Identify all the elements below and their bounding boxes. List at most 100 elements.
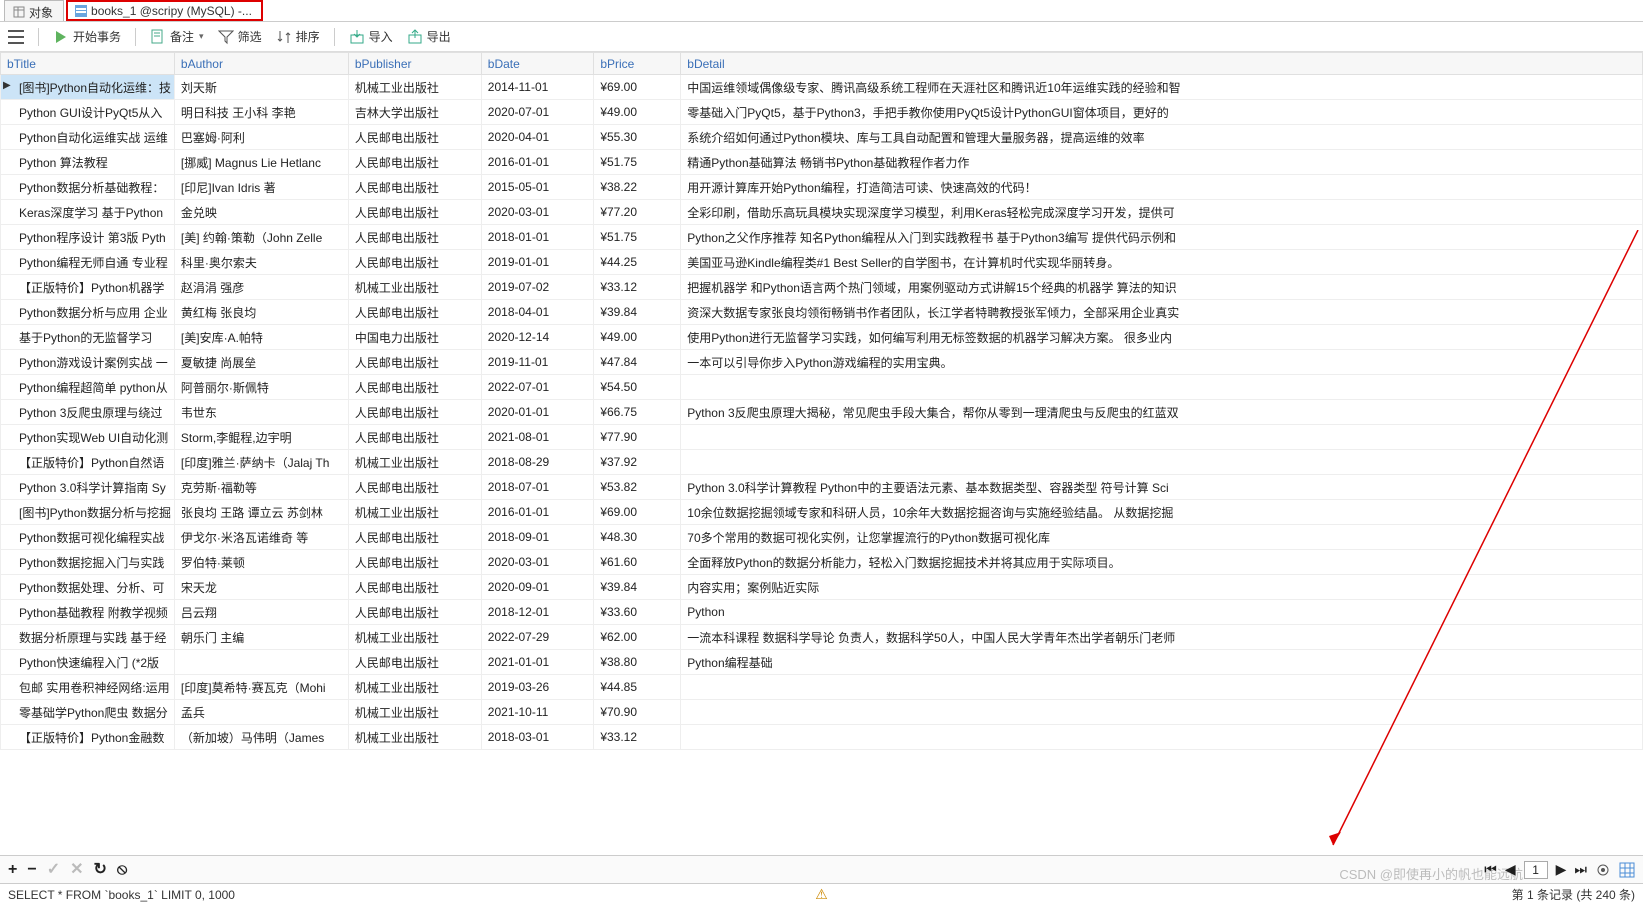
hamburger-menu[interactable] (8, 30, 24, 44)
cell-bdate[interactable]: 2021-01-01 (481, 650, 594, 675)
cell-btitle[interactable]: Keras深度学习 基于Python (1, 200, 175, 225)
cell-bauthor[interactable]: （新加坡）马伟明（James (174, 725, 348, 750)
col-bpublisher[interactable]: bPublisher (348, 53, 481, 75)
table-row[interactable]: Python自动化运维实战 运维巴塞姆·阿利人民邮电出版社2020-04-01¥… (1, 125, 1643, 150)
cell-bdetail[interactable]: 一流本科课程 数据科学导论 负责人，数据科学50人，中国人民大学青年杰出学者朝乐… (681, 625, 1643, 650)
table-row[interactable]: 【正版特价】Python自然语[印度]雅兰·萨纳卡（Jalaj Th机械工业出版… (1, 450, 1643, 475)
cell-bpublisher[interactable]: 人民邮电出版社 (348, 475, 481, 500)
cell-btitle[interactable]: Python 3反爬虫原理与绕过 (1, 400, 175, 425)
cell-bpublisher[interactable]: 人民邮电出版社 (348, 250, 481, 275)
cell-btitle[interactable]: 数据分析原理与实践 基于经 (1, 625, 175, 650)
cell-bdate[interactable]: 2020-01-01 (481, 400, 594, 425)
cell-btitle[interactable]: 包邮 实用卷积神经网络:运用 (1, 675, 175, 700)
table-row[interactable]: Python快速编程入门 (*2版人民邮电出版社2021-01-01¥38.80… (1, 650, 1643, 675)
table-row[interactable]: Python实现Web UI自动化测Storm,李鲲程,边宇明人民邮电出版社20… (1, 425, 1643, 450)
next-page-button[interactable]: ▶ (1556, 861, 1567, 878)
cell-bauthor[interactable]: 韦世东 (174, 400, 348, 425)
table-row[interactable]: Python数据分析与应用 企业黄红梅 张良均人民邮电出版社2018-04-01… (1, 300, 1643, 325)
export-button[interactable]: 导出 (407, 28, 451, 45)
cell-bprice[interactable]: ¥49.00 (594, 325, 681, 350)
cell-bpublisher[interactable]: 人民邮电出版社 (348, 125, 481, 150)
cell-bdate[interactable]: 2020-09-01 (481, 575, 594, 600)
last-page-button[interactable]: ⏭ (1574, 861, 1587, 878)
cell-bdetail[interactable]: 70多个常用的数据可视化实例，让您掌握流行的Python数据可视化库 (681, 525, 1643, 550)
cell-bdate[interactable]: 2018-01-01 (481, 225, 594, 250)
cell-bdate[interactable]: 2019-03-26 (481, 675, 594, 700)
cell-bprice[interactable]: ¥55.30 (594, 125, 681, 150)
cell-btitle[interactable]: Python数据处理、分析、可 (1, 575, 175, 600)
cell-bdate[interactable]: 2019-07-02 (481, 275, 594, 300)
cell-bdate[interactable]: 2018-12-01 (481, 600, 594, 625)
cell-bpublisher[interactable]: 人民邮电出版社 (348, 550, 481, 575)
table-row[interactable]: 包邮 实用卷积神经网络:运用[印度]莫希特·赛瓦克（Mohi机械工业出版社201… (1, 675, 1643, 700)
cell-bdetail[interactable]: 内容实用；案例贴近实际 (681, 575, 1643, 600)
cell-bauthor[interactable]: 赵涓涓 强彦 (174, 275, 348, 300)
cell-bpublisher[interactable]: 机械工业出版社 (348, 725, 481, 750)
cell-bdetail[interactable]: 资深大数据专家张良均领衔畅销书作者团队，长江学者特聘教授张军倾力，全部采用企业真… (681, 300, 1643, 325)
col-bdate[interactable]: bDate (481, 53, 594, 75)
cell-bpublisher[interactable]: 人民邮电出版社 (348, 600, 481, 625)
cell-bpublisher[interactable]: 人民邮电出版社 (348, 425, 481, 450)
cell-bpublisher[interactable]: 人民邮电出版社 (348, 400, 481, 425)
cell-btitle[interactable]: Python编程超简单 python从 (1, 375, 175, 400)
cell-bdetail[interactable]: 10余位数据挖掘领域专家和科研人员，10余年大数据挖掘咨询与实施经验结晶。 从数… (681, 500, 1643, 525)
cell-bdetail[interactable]: 美国亚马逊Kindle编程类#1 Best Seller的自学图书，在计算机时代… (681, 250, 1643, 275)
table-row[interactable]: 【正版特价】Python金融数（新加坡）马伟明（James机械工业出版社2018… (1, 725, 1643, 750)
tab-table-books[interactable]: books_1 @scripy (MySQL) -... (66, 0, 263, 21)
cell-bprice[interactable]: ¥49.00 (594, 100, 681, 125)
table-row[interactable]: Python数据挖掘入门与实践罗伯特·莱顿人民邮电出版社2020-03-01¥6… (1, 550, 1643, 575)
cell-bdate[interactable]: 2020-12-14 (481, 325, 594, 350)
cell-bpublisher[interactable]: 机械工业出版社 (348, 675, 481, 700)
table-row[interactable]: Python程序设计 第3版 Pyth[美] 约翰·策勒（John Zelle人… (1, 225, 1643, 250)
cell-bdate[interactable]: 2018-03-01 (481, 725, 594, 750)
table-row[interactable]: Python GUI设计PyQt5从入明日科技 王小科 李艳吉林大学出版社202… (1, 100, 1643, 125)
table-row[interactable]: [图书]Python数据分析与挖掘张良均 王路 谭立云 苏剑林机械工业出版社20… (1, 500, 1643, 525)
table-row[interactable]: Python数据分析基础教程：[印尼]Ivan Idris 著人民邮电出版社20… (1, 175, 1643, 200)
cell-bauthor[interactable]: 伊戈尔·米洛瓦诺维奇 等 (174, 525, 348, 550)
cell-btitle[interactable]: Python 3.0科学计算指南 Sy (1, 475, 175, 500)
cell-bprice[interactable]: ¥69.00 (594, 75, 681, 100)
cell-btitle[interactable]: 【正版特价】Python金融数 (1, 725, 175, 750)
table-row[interactable]: Python游戏设计案例实战 一夏敏捷 尚展垒人民邮电出版社2019-11-01… (1, 350, 1643, 375)
cell-bdate[interactable]: 2021-08-01 (481, 425, 594, 450)
cell-bprice[interactable]: ¥39.84 (594, 575, 681, 600)
cell-bprice[interactable]: ¥44.25 (594, 250, 681, 275)
cell-bauthor[interactable]: 明日科技 王小科 李艳 (174, 100, 348, 125)
cell-bprice[interactable]: ¥70.90 (594, 700, 681, 725)
cell-btitle[interactable]: Python自动化运维实战 运维 (1, 125, 175, 150)
cell-btitle[interactable]: Python基础教程 附教学视频 (1, 600, 175, 625)
cell-bprice[interactable]: ¥33.12 (594, 725, 681, 750)
cell-btitle[interactable]: Python程序设计 第3版 Pyth (1, 225, 175, 250)
refresh-button[interactable]: ↻ (94, 862, 107, 878)
table-row[interactable]: Python 算法教程[挪威] Magnus Lie Hetlanc人民邮电出版… (1, 150, 1643, 175)
cell-bdetail[interactable]: 零基础入门PyQt5，基于Python3，手把手教你使用PyQt5设计Pytho… (681, 100, 1643, 125)
cell-bpublisher[interactable]: 人民邮电出版社 (348, 525, 481, 550)
table-row[interactable]: Python基础教程 附教学视频吕云翔人民邮电出版社2018-12-01¥33.… (1, 600, 1643, 625)
delete-row-button[interactable]: − (27, 862, 36, 878)
cell-bdetail[interactable]: Python 3.0科学计算教程 Python中的主要语法元素、基本数据类型、容… (681, 475, 1643, 500)
cell-bprice[interactable]: ¥38.80 (594, 650, 681, 675)
cell-bprice[interactable]: ¥69.00 (594, 500, 681, 525)
table-row[interactable]: [图书]Python自动化运维：技刘天斯机械工业出版社2014-11-01¥69… (1, 75, 1643, 100)
cell-bpublisher[interactable]: 机械工业出版社 (348, 275, 481, 300)
cell-bdate[interactable]: 2018-09-01 (481, 525, 594, 550)
cell-bpublisher[interactable]: 吉林大学出版社 (348, 100, 481, 125)
cell-btitle[interactable]: Python实现Web UI自动化测 (1, 425, 175, 450)
cell-bauthor[interactable]: [印尼]Ivan Idris 著 (174, 175, 348, 200)
cell-btitle[interactable]: 零基础学Python爬虫 数据分 (1, 700, 175, 725)
grid-view-icon[interactable] (1619, 862, 1635, 878)
cell-bdetail[interactable]: 系统介绍如何通过Python模块、库与工具自动配置和管理大量服务器，提高运维的效… (681, 125, 1643, 150)
cell-bprice[interactable]: ¥33.60 (594, 600, 681, 625)
cell-bprice[interactable]: ¥37.92 (594, 450, 681, 475)
cell-bdetail[interactable]: Python (681, 600, 1643, 625)
cell-bdetail[interactable]: 全面释放Python的数据分析能力，轻松入门数据挖掘技术并将其应用于实际项目。 (681, 550, 1643, 575)
cell-bprice[interactable]: ¥53.82 (594, 475, 681, 500)
cell-btitle[interactable]: 【正版特价】Python自然语 (1, 450, 175, 475)
cell-bauthor[interactable]: [美]安库·A.帕特 (174, 325, 348, 350)
cell-bauthor[interactable]: [美] 约翰·策勒（John Zelle (174, 225, 348, 250)
cell-bpublisher[interactable]: 人民邮电出版社 (348, 200, 481, 225)
cell-bpublisher[interactable]: 机械工业出版社 (348, 500, 481, 525)
cell-bdetail[interactable] (681, 675, 1643, 700)
cell-bpublisher[interactable]: 人民邮电出版社 (348, 300, 481, 325)
table-row[interactable]: Keras深度学习 基于Python金兑映人民邮电出版社2020-03-01¥7… (1, 200, 1643, 225)
